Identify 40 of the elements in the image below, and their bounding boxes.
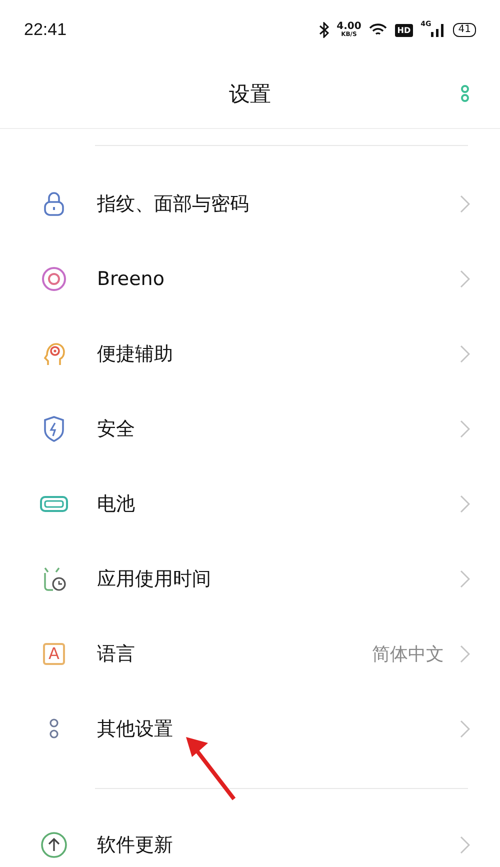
item-label: 语言: [97, 642, 136, 666]
bluetooth-icon: [318, 22, 329, 38]
language-icon: A: [43, 642, 65, 664]
item-label: Breeno: [97, 268, 166, 290]
settings-item[interactable]: A 语言 简体中文: [0, 616, 500, 691]
item-label: 应用使用时间: [97, 566, 212, 592]
chevron-icon: [460, 834, 470, 854]
page-title: 设置: [229, 81, 271, 108]
speed-value: 4.00: [336, 22, 362, 32]
item-label: 安全: [97, 416, 136, 442]
chevron-icon: [460, 568, 470, 588]
signal-icon: [431, 23, 446, 37]
settings-item[interactable]: 便捷辅助: [0, 316, 500, 391]
item-label: 其他设置: [97, 716, 174, 742]
settings-item[interactable]: 其他设置: [0, 691, 500, 766]
upload-icon: [40, 830, 68, 858]
hd-badge: HD: [395, 24, 413, 36]
settings-item[interactable]: 电池: [0, 466, 500, 541]
settings-item[interactable]: 安全: [0, 391, 500, 466]
settings-item[interactable]: 指纹、面部与密码: [0, 166, 500, 241]
item-label: 便捷辅助: [97, 342, 174, 366]
settings-item[interactable]: 软件更新: [0, 807, 500, 867]
item-value: 简体中文: [372, 642, 444, 666]
battery-level: 41: [453, 23, 476, 37]
chevron-icon: [460, 718, 470, 738]
item-label: 软件更新: [97, 832, 174, 858]
clock-time: 22:41: [24, 20, 67, 40]
chevron-icon: [460, 494, 470, 514]
chevron-icon: [460, 194, 470, 214]
ring-icon: [40, 264, 68, 292]
settings-item[interactable]: 应用使用时间: [0, 541, 500, 616]
chevron-icon: [460, 268, 470, 288]
item-label: 指纹、面部与密码: [97, 192, 250, 216]
chevron-icon: [460, 418, 470, 438]
wifi-icon: [369, 23, 388, 37]
chevron-icon: [460, 644, 470, 664]
chevron-icon: [460, 344, 470, 364]
more-icon[interactable]: [460, 84, 470, 104]
settings-item[interactable]: Breeno: [0, 241, 500, 316]
item-label: 电池: [97, 492, 136, 516]
